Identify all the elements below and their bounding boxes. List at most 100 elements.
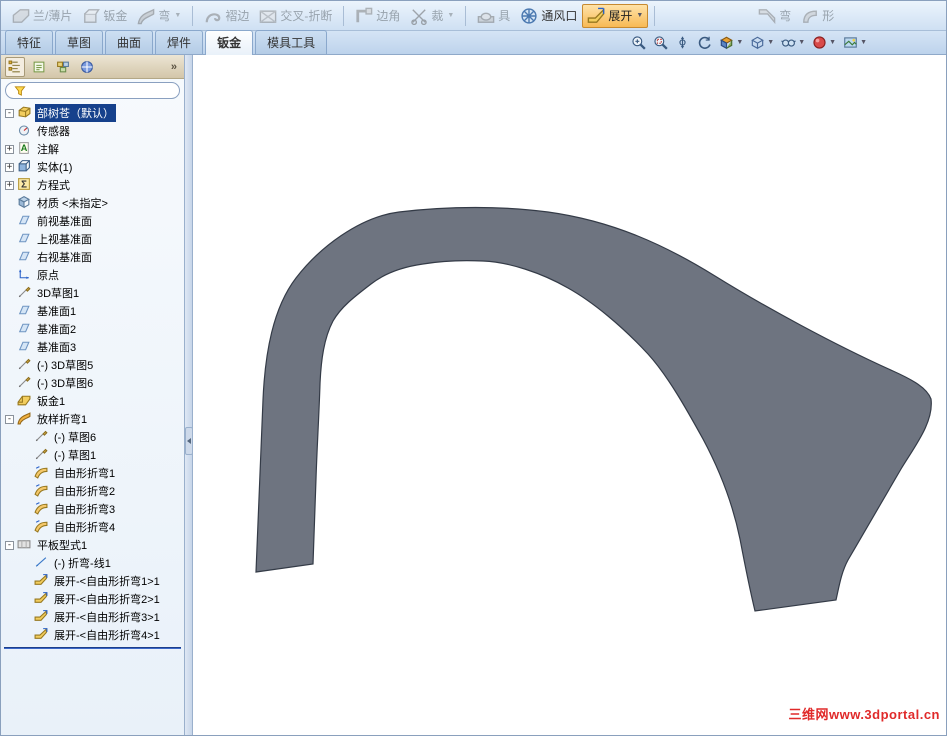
- cross-break-button[interactable]: 交叉-折断: [254, 4, 337, 28]
- tree-expand-toggle[interactable]: -: [5, 540, 14, 550]
- tree-item[interactable]: + 实体(1): [1, 158, 184, 176]
- splitter-collapse-handle[interactable]: [185, 427, 193, 455]
- tree-item[interactable]: 传感器: [1, 122, 184, 140]
- tree-item[interactable]: 自由形折弯2: [1, 482, 184, 500]
- dropdown-caret-icon[interactable]: ▼: [736, 39, 743, 46]
- propertymanager-tab-icon[interactable]: [29, 57, 49, 77]
- tree-item-label: 展开-<自由形折弯3>1: [54, 612, 160, 624]
- tree-item-label: (-) 3D草图6: [37, 378, 94, 390]
- configurationmanager-tab-icon[interactable]: [53, 57, 73, 77]
- tree-item[interactable]: 前视基准面: [1, 212, 184, 230]
- dropdown-caret-icon[interactable]: ▼: [447, 12, 454, 19]
- tree-item[interactable]: + Σ 方程式: [1, 176, 184, 194]
- display-style-button[interactable]: ▼: [749, 34, 775, 51]
- panel-splitter[interactable]: [185, 55, 193, 735]
- dropdown-caret-icon[interactable]: ▼: [829, 39, 836, 46]
- tree-item[interactable]: 自由形折弯1: [1, 464, 184, 482]
- dimxpert-tab-icon[interactable]: [77, 57, 97, 77]
- model-viewport[interactable]: 三维网www.3dportal.cn: [193, 55, 946, 735]
- form-button[interactable]: 形: [796, 4, 839, 28]
- vent-button[interactable]: 通风口: [515, 4, 582, 28]
- tree-item[interactable]: 3D草图1: [1, 284, 184, 302]
- tree-expand-toggle[interactable]: +: [5, 162, 14, 172]
- plane-icon: [17, 321, 31, 338]
- apply-scene-button[interactable]: ▼: [842, 34, 868, 51]
- tree-item[interactable]: (-) 草图1: [1, 446, 184, 464]
- tree-item[interactable]: 上视基准面: [1, 230, 184, 248]
- tree-item[interactable]: (-) 3D草图5: [1, 356, 184, 374]
- tree-item[interactable]: 原点: [1, 266, 184, 284]
- tree-item[interactable]: + A 注解: [1, 140, 184, 158]
- convert-to-sheet-metal-button[interactable]: 钣金: [77, 4, 132, 28]
- tree-item[interactable]: 钣金1: [1, 392, 184, 410]
- tree-item[interactable]: 展开-<自由形折弯3>1: [1, 608, 184, 626]
- plane-icon: [17, 249, 31, 266]
- tree-item[interactable]: (-) 草图6: [1, 428, 184, 446]
- dropdown-caret-icon[interactable]: ▼: [767, 39, 774, 46]
- tree-item[interactable]: (-) 折弯-线1: [1, 554, 184, 572]
- tab-surfaces[interactable]: 曲面: [105, 30, 154, 54]
- fold-button[interactable]: 弯: [753, 4, 796, 28]
- dropdown-caret-icon[interactable]: ▼: [798, 39, 805, 46]
- rollback-bar[interactable]: [4, 647, 181, 649]
- tree-item[interactable]: (-) 3D草图6: [1, 374, 184, 392]
- tree-item[interactable]: - 放样折弯1: [1, 410, 184, 428]
- panel-expand-chevrons-icon[interactable]: »: [168, 61, 180, 73]
- tab-weldments[interactable]: 焊件: [155, 30, 204, 54]
- zoom-to-fit-button[interactable]: [630, 34, 647, 51]
- tree-item-label: 基准面1: [37, 306, 77, 318]
- base-flange-button[interactable]: 兰/薄片: [7, 4, 77, 28]
- tree-expand-toggle[interactable]: -: [5, 108, 14, 118]
- view-orientation-icon: [719, 35, 734, 50]
- tab-mold-tools[interactable]: 模具工具: [255, 30, 328, 54]
- unfold-f-icon: [34, 609, 48, 626]
- lofted-bend-button[interactable]: 弯 ▼: [132, 4, 186, 28]
- tree-item[interactable]: 展开-<自由形折弯1>1: [1, 572, 184, 590]
- tree-expand-toggle[interactable]: -: [5, 414, 14, 424]
- tree-item[interactable]: 右视基准面: [1, 248, 184, 266]
- svg-text:Σ: Σ: [21, 179, 27, 190]
- zoom-in-out-button[interactable]: [674, 34, 691, 51]
- tree-expand-toggle[interactable]: +: [5, 180, 14, 190]
- zoom-to-area-button[interactable]: [652, 34, 669, 51]
- tree-item[interactable]: 基准面2: [1, 320, 184, 338]
- tree-filter-box[interactable]: [5, 82, 180, 99]
- rotate-view-icon: [697, 35, 712, 50]
- dropdown-caret-icon[interactable]: ▼: [174, 12, 181, 19]
- corners-button[interactable]: 边角: [350, 4, 405, 28]
- tree-item-label: 实体(1): [37, 162, 73, 174]
- hem-icon: [204, 7, 222, 25]
- tree-item[interactable]: 材质 <未指定>: [1, 194, 184, 212]
- tab-sketch[interactable]: 草图: [55, 30, 104, 54]
- dropdown-caret-icon[interactable]: ▼: [860, 39, 867, 46]
- tree-item[interactable]: 展开-<自由形折弯4>1: [1, 626, 184, 644]
- unfold-button[interactable]: 展开 ▼: [582, 3, 649, 28]
- tree-item[interactable]: 基准面3: [1, 338, 184, 356]
- tree-item[interactable]: 基准面1: [1, 302, 184, 320]
- hide-show-items-button[interactable]: ▼: [780, 34, 806, 51]
- hide-show-items-icon: [781, 35, 797, 50]
- flattened-sheet-metal-shape[interactable]: [255, 206, 932, 612]
- tree-item[interactable]: 自由形折弯3: [1, 500, 184, 518]
- tree-item-label: 前视基准面: [37, 216, 92, 228]
- tree-item-label: 注解: [37, 144, 59, 156]
- tree-item-label: 钣金1: [37, 396, 66, 408]
- trim-button[interactable]: 裁 ▼: [405, 4, 459, 28]
- tree-item[interactable]: - 部树苍（默认）: [1, 104, 184, 122]
- tree-item[interactable]: 展开-<自由形折弯2>1: [1, 590, 184, 608]
- featuremanager-tab-icon[interactable]: [5, 56, 25, 77]
- tree-item[interactable]: 自由形折弯4: [1, 518, 184, 536]
- tree-expand-toggle[interactable]: +: [5, 144, 14, 154]
- edit-appearance-button[interactable]: ▼: [811, 34, 837, 51]
- tree-item[interactable]: - 平板型式1: [1, 536, 184, 554]
- tab-sheet-metal[interactable]: 钣金: [205, 30, 254, 55]
- tree-item-label: 右视基准面: [37, 252, 92, 264]
- tree-item-label: 方程式: [37, 180, 70, 192]
- hem-button[interactable]: 褶边: [199, 4, 254, 28]
- forming-tool-button[interactable]: 具: [472, 4, 515, 28]
- view-orientation-button[interactable]: ▼: [718, 34, 744, 51]
- rotate-view-button[interactable]: [696, 34, 713, 51]
- tree-filter-input[interactable]: [33, 84, 175, 97]
- dropdown-caret-icon[interactable]: ▼: [636, 12, 643, 19]
- tab-features[interactable]: 特征: [5, 30, 54, 54]
